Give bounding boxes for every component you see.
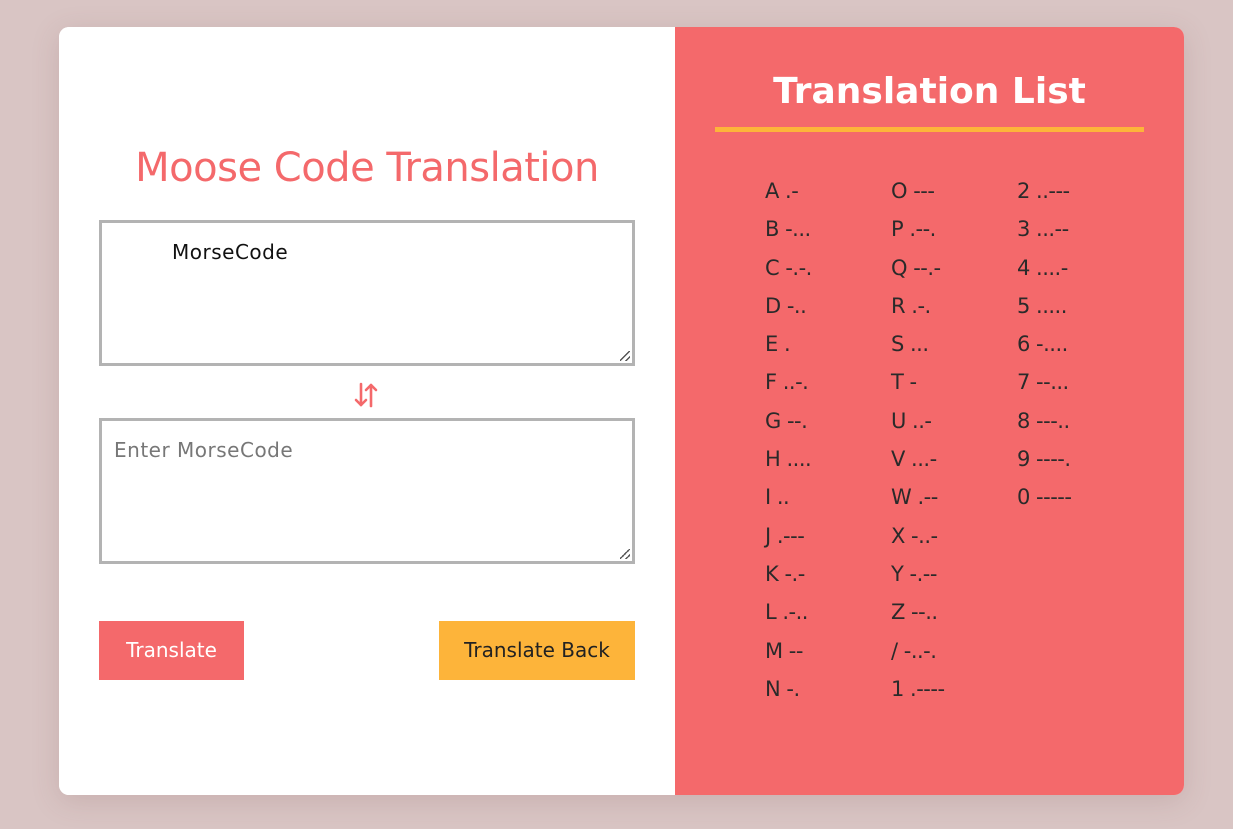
- page-title: Moose Code Translation: [135, 145, 599, 191]
- list-item: T -: [891, 370, 917, 395]
- list-item: D -..: [765, 293, 807, 318]
- list-title: Translation List: [773, 71, 1086, 112]
- list-item: W .--: [891, 485, 938, 510]
- list-item: / -..-.: [891, 638, 937, 663]
- list-item: 2 ..---: [1017, 179, 1070, 203]
- output-textarea[interactable]: Enter MorseCode: [99, 418, 635, 564]
- list-item: 8 ---..: [1017, 408, 1070, 433]
- list-item: X -..-: [891, 523, 938, 548]
- list-item: A .-: [765, 179, 799, 203]
- list-item: K -.-: [765, 561, 805, 586]
- list-item: B -...: [765, 217, 811, 242]
- list-item: N -.: [765, 676, 800, 701]
- translate-button[interactable]: Translate: [99, 621, 244, 680]
- list-item: H ....: [765, 447, 812, 472]
- list-column-1: A .- B -... C -.-. D -.. E . F ..-. G --. H ...…: [765, 175, 812, 711]
- list-item: R .-.: [891, 293, 931, 318]
- list-item: Z --..: [891, 600, 938, 625]
- list-item: U ..-: [891, 408, 932, 433]
- list-item: I ..: [765, 485, 790, 510]
- list-item: 3 ...--: [1017, 217, 1069, 242]
- list-item: 4 ....-: [1017, 255, 1068, 280]
- list-item: 5 .....: [1017, 293, 1067, 318]
- list-item: O ---: [891, 179, 935, 203]
- list-item: Q --.-: [891, 255, 941, 280]
- list-item: 7 --...: [1017, 370, 1069, 395]
- swap-vertical-icon[interactable]: [352, 378, 380, 412]
- list-item: C -.-.: [765, 255, 812, 280]
- input-text: MorseCode: [172, 240, 289, 264]
- list-item: S ...: [891, 332, 929, 357]
- translation-list-panel: Translation List A .- B -... C -.-. D -.. E …: [675, 27, 1184, 795]
- list-item: M --: [765, 638, 803, 663]
- output-placeholder: Enter MorseCode: [114, 438, 294, 462]
- translator-panel: Moose Code Translation MorseCode Enter M…: [59, 27, 675, 795]
- resize-handle-icon[interactable]: [620, 549, 630, 559]
- list-item: V ...-: [891, 447, 937, 472]
- resize-handle-icon[interactable]: [620, 351, 630, 361]
- list-item: Y -.--: [891, 561, 937, 586]
- input-textarea[interactable]: MorseCode: [99, 220, 635, 366]
- list-item: P .--.: [891, 217, 936, 242]
- title-underline: [715, 127, 1144, 132]
- list-item: 6 -....: [1017, 332, 1068, 357]
- list-item: L .-..: [765, 600, 808, 625]
- list-item: 9 ----.: [1017, 447, 1071, 472]
- translate-back-button[interactable]: Translate Back: [439, 621, 635, 680]
- list-item: G --.: [765, 408, 808, 433]
- list-item: F ..-.: [765, 370, 809, 395]
- translator-card: Moose Code Translation MorseCode Enter M…: [59, 27, 1184, 795]
- list-item: J .---: [765, 523, 805, 548]
- list-item: E .: [765, 332, 791, 357]
- list-column-3: 2 ..--- 3 ...-- 4 ....- 5 ..... 6 -.... 7 --.…: [1017, 175, 1072, 520]
- list-item: 1 .----: [891, 676, 945, 701]
- list-column-2: O --- P .--. Q --.- R .-. S ... T - U ..- V ...…: [891, 175, 945, 711]
- list-item: 0 -----: [1017, 485, 1072, 510]
